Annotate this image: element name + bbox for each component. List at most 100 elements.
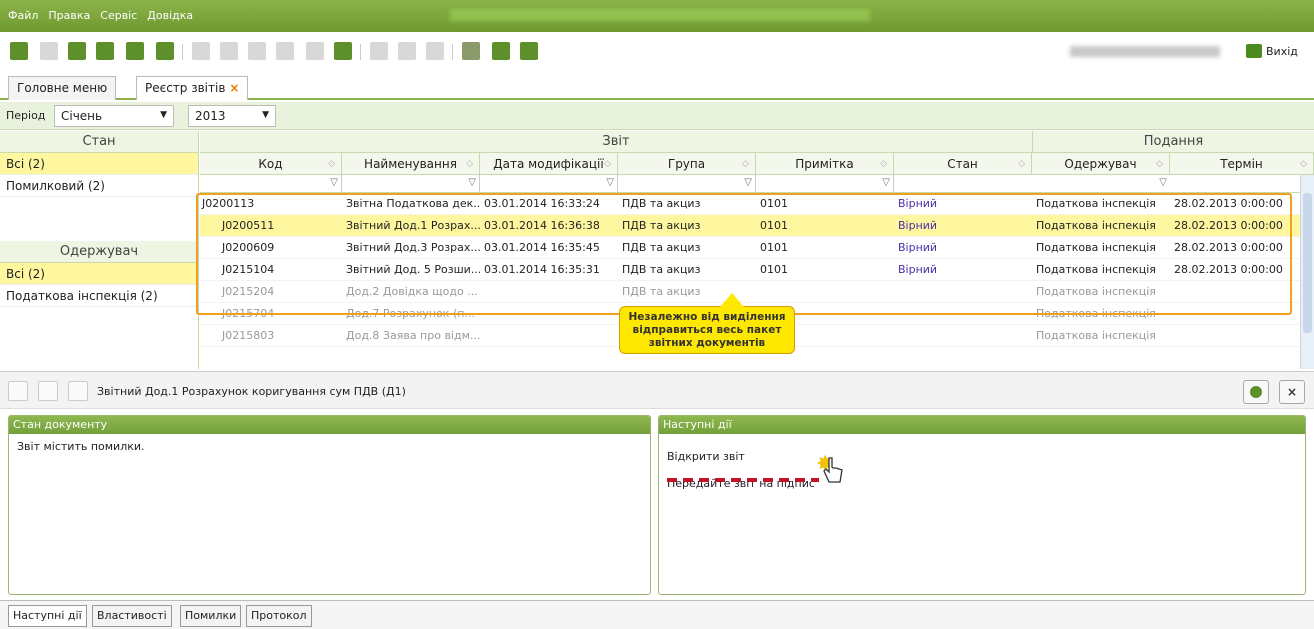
- tab-label: Реєстр звітів: [145, 81, 226, 95]
- toolbar-separator: [360, 44, 361, 60]
- doc-save-icon[interactable]: [8, 381, 28, 401]
- doc-sign-icon[interactable]: [68, 381, 88, 401]
- filter-gap: [894, 175, 1170, 193]
- list-remove-icon[interactable]: [426, 42, 444, 60]
- menu-items: Файл Правка Сервіс Довідка: [8, 9, 193, 22]
- state-filter-header: Стан: [0, 131, 198, 153]
- user-info-blurred: [1070, 46, 1220, 57]
- filter-icon[interactable]: [462, 42, 480, 60]
- cell-date: [480, 325, 618, 346]
- menu-edit[interactable]: Правка: [48, 9, 90, 22]
- recipient-filter-header: Одержувач: [0, 241, 198, 263]
- date-filter[interactable]: [480, 175, 618, 193]
- edit-icon[interactable]: [40, 42, 58, 60]
- tab-errors[interactable]: Помилки: [180, 605, 242, 627]
- grid-scrollbar[interactable]: [1300, 175, 1314, 369]
- send-mail-icon[interactable]: [334, 42, 352, 60]
- mail-icon[interactable]: [306, 42, 324, 60]
- toolbar-separator: [182, 44, 183, 60]
- selection-highlight-frame: [196, 193, 1292, 315]
- cell-name: Дод.8 Заява про відм...: [346, 329, 480, 342]
- tab-report-registry[interactable]: Реєстр звітів ×: [136, 76, 249, 100]
- next-actions-panel: Наступні дії Відкрити звіт Передайте зві…: [658, 415, 1306, 595]
- sign-icon[interactable]: [248, 42, 266, 60]
- grid-group-header: Звіт Подання: [200, 131, 1314, 153]
- refresh-button[interactable]: [1243, 380, 1269, 404]
- submission-group-header: Подання: [1032, 131, 1314, 152]
- archive-icon[interactable]: [276, 42, 294, 60]
- exit-button[interactable]: Вихід: [1246, 44, 1298, 58]
- next-actions-header: Наступні дії: [659, 416, 1305, 434]
- name-filter[interactable]: [342, 175, 480, 193]
- year-value: 2013: [195, 109, 226, 123]
- tab-next-actions[interactable]: Наступні дії: [8, 605, 87, 627]
- tab-main-menu[interactable]: Головне меню: [8, 76, 117, 100]
- report-group-header: Звіт: [602, 134, 630, 149]
- print-icon[interactable]: [220, 42, 238, 60]
- doc-state-text: Звіт містить помилки.: [17, 440, 145, 453]
- state-filter-error[interactable]: Помилковий (2): [0, 175, 198, 197]
- column-recipient[interactable]: Одержувач: [1032, 153, 1170, 175]
- add-document-icon[interactable]: [10, 42, 28, 60]
- column-code[interactable]: Код: [200, 153, 342, 175]
- exit-icon: [1246, 44, 1262, 58]
- doc-state-panel: Стан документу Звіт містить помилки.: [8, 415, 651, 595]
- filter-panel: Стан Всі (2) Помилковий (2) Одержувач Вс…: [0, 131, 199, 369]
- period-bar: Період Січень ▼ 2013 ▼: [0, 102, 1314, 130]
- doc-state-header: Стан документу: [9, 416, 650, 434]
- month-value: Січень: [61, 109, 103, 123]
- state-filter-all[interactable]: Всі (2): [0, 153, 198, 175]
- menu-file[interactable]: Файл: [8, 9, 38, 22]
- menu-help[interactable]: Довідка: [147, 9, 193, 22]
- doc-print-icon[interactable]: [38, 381, 58, 401]
- list-edit-icon[interactable]: [398, 42, 416, 60]
- list-icon[interactable]: [370, 42, 388, 60]
- next-actions-body: Відкрити звіт Передайте звіт на підпис: [659, 434, 1305, 496]
- bottom-tab-bar: Наступні дії Властивості Помилки Протоко…: [0, 600, 1314, 629]
- open-report-link[interactable]: Відкрити звіт: [667, 450, 1297, 463]
- column-note[interactable]: Примітка: [756, 153, 894, 175]
- menu-bar: Файл Правка Сервіс Довідка: [0, 0, 1314, 32]
- save-icon[interactable]: [192, 42, 210, 60]
- close-tab-icon[interactable]: ×: [229, 81, 239, 95]
- delete-icon[interactable]: [156, 42, 174, 60]
- underline-dashes: [667, 478, 819, 482]
- exit-label: Вихід: [1266, 44, 1298, 58]
- close-document-button[interactable]: ×: [1279, 380, 1305, 404]
- month-select[interactable]: Січень ▼: [54, 105, 174, 127]
- grid-column-header: Код Найменування Дата модифікації Група …: [200, 153, 1314, 175]
- year-select[interactable]: 2013 ▼: [188, 105, 276, 127]
- callout-note: Незалежно від виділення відправиться вес…: [619, 293, 795, 354]
- term-filter[interactable]: [1170, 175, 1314, 193]
- document-bar: Звітний Дод.1 Розрахунок коригування сум…: [0, 371, 1314, 409]
- toolbar-separator: [452, 44, 453, 60]
- search-user-icon[interactable]: [492, 42, 510, 60]
- menu-service[interactable]: Сервіс: [100, 9, 137, 22]
- refresh-icon[interactable]: [520, 42, 538, 60]
- recipient-filter-tax[interactable]: Податкова інспекція (2): [0, 285, 198, 307]
- import-icon[interactable]: [126, 42, 144, 60]
- code-filter[interactable]: [200, 175, 342, 193]
- scroll-thumb[interactable]: [1303, 193, 1312, 333]
- column-date[interactable]: Дата модифікації: [480, 153, 618, 175]
- cell-state: [894, 325, 1032, 346]
- copy-icon[interactable]: [96, 42, 114, 60]
- filter-spacer: [0, 197, 198, 241]
- recipient-filter-all[interactable]: Всі (2): [0, 263, 198, 285]
- hand-pointer-icon: [823, 457, 843, 483]
- column-state[interactable]: Стан: [894, 153, 1032, 175]
- column-group[interactable]: Група: [618, 153, 756, 175]
- open-icon[interactable]: [68, 42, 86, 60]
- chevron-down-icon: ▼: [262, 110, 269, 120]
- window-title-blurred: [450, 9, 870, 21]
- group-filter[interactable]: [618, 175, 756, 193]
- tab-bar: Головне меню Реєстр звітів ×: [0, 72, 1314, 100]
- tab-protocol[interactable]: Протокол: [246, 605, 312, 627]
- column-term[interactable]: Термін: [1170, 153, 1314, 175]
- tab-label: Головне меню: [17, 81, 108, 95]
- note-filter[interactable]: [756, 175, 894, 193]
- cell-term: [1170, 325, 1314, 346]
- column-name[interactable]: Найменування: [342, 153, 480, 175]
- tab-properties[interactable]: Властивості: [92, 605, 172, 627]
- cell-code: J0215803: [222, 329, 275, 342]
